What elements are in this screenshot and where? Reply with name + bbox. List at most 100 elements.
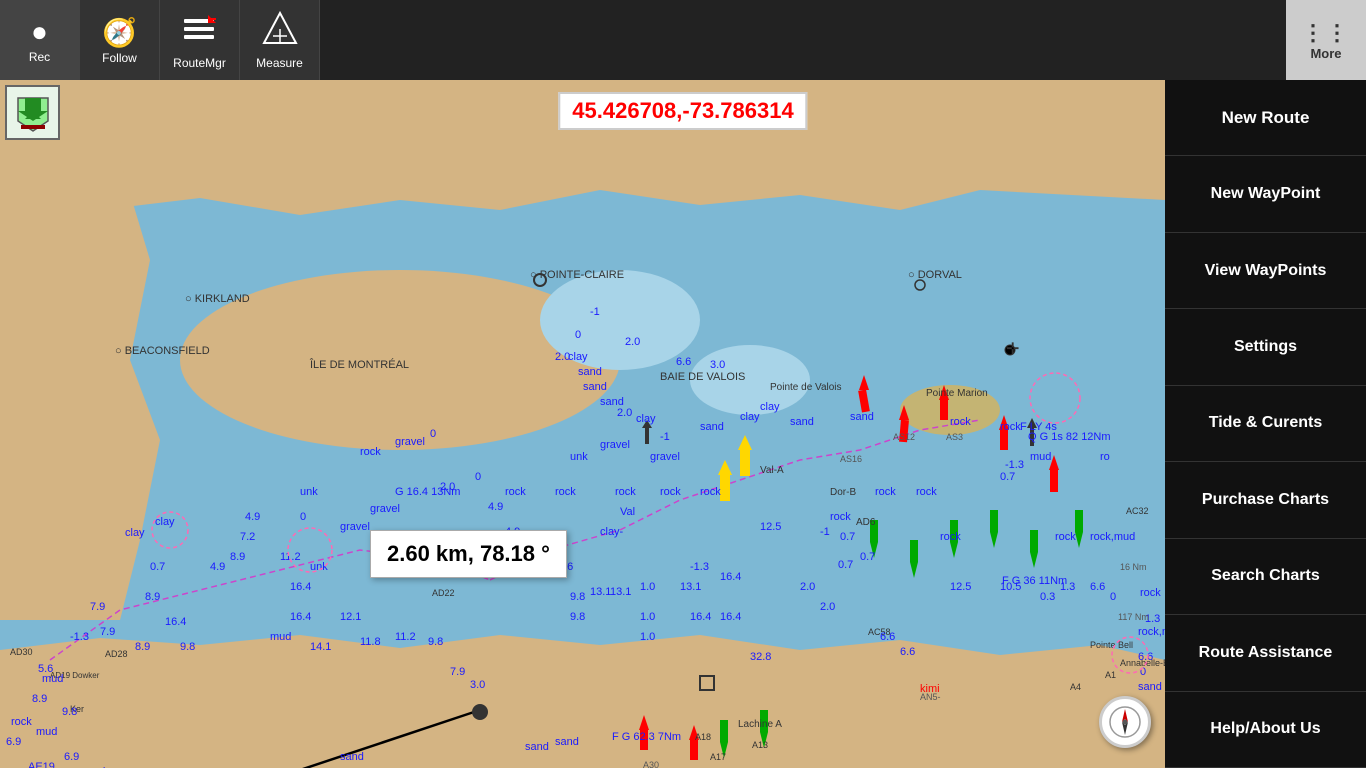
svg-text:clay: clay — [155, 516, 175, 528]
measure-distance: 2.60 km, 78.18 ° — [387, 541, 550, 566]
svg-text:AD30: AD30 — [10, 647, 33, 657]
measure-button[interactable]: Measure — [240, 0, 320, 80]
svg-text:AD6: AD6 — [856, 517, 876, 528]
svg-text:ro: ro — [1100, 451, 1110, 463]
svg-text:rock,mud: rock,mud — [1138, 626, 1165, 638]
svg-text:F G 36 11Nm: F G 36 11Nm — [1002, 575, 1067, 587]
svg-text:Val-A: Val-A — [760, 465, 784, 476]
svg-text:rock: rock — [950, 416, 971, 428]
svg-text:AS16: AS16 — [840, 454, 862, 464]
svg-text:gravel: gravel — [650, 451, 680, 463]
svg-text:sand: sand — [525, 741, 549, 753]
tide-currents-button[interactable]: Tide & Curents — [1165, 386, 1366, 462]
svg-text:-1: -1 — [590, 306, 600, 318]
new-route-button[interactable]: New Route — [1165, 80, 1366, 156]
help-about-button[interactable]: Help/About Us — [1165, 692, 1366, 768]
map-area[interactable]: ✛ ○ POINTE-CLAIRE ○ DORVAL ○ KIRKLAND ÎL… — [0, 80, 1165, 768]
svg-text:16 Nm: 16 Nm — [1120, 562, 1147, 572]
svg-text:rock,mud: rock,mud — [1090, 531, 1135, 543]
svg-text:-1.3: -1.3 — [70, 631, 89, 643]
svg-text:4.9: 4.9 — [488, 501, 503, 513]
svg-text:7.9: 7.9 — [450, 666, 465, 678]
svg-text:14.1: 14.1 — [310, 641, 331, 653]
svg-text:○ DORVAL: ○ DORVAL — [908, 269, 962, 281]
new-route-label: New Route — [1222, 108, 1310, 128]
svg-text:-1.3: -1.3 — [1005, 459, 1024, 471]
svg-text:rock: rock — [505, 486, 526, 498]
svg-text:AS3: AS3 — [946, 432, 963, 442]
svg-text:0: 0 — [300, 511, 306, 523]
more-dots-icon: ⋮⋮ — [1302, 20, 1350, 46]
toolbar: ● Rec 🧭 Follow RouteMgr Measure — [0, 0, 1366, 80]
view-waypoints-button[interactable]: View WayPoints — [1165, 233, 1366, 309]
svg-text:Dor-B: Dor-B — [830, 487, 856, 498]
svg-text:sand: sand — [340, 751, 364, 763]
help-about-label: Help/About Us — [1210, 720, 1320, 738]
svg-text:mud: mud — [42, 673, 63, 685]
svg-text:2.0: 2.0 — [625, 336, 640, 348]
tide-currents-label: Tide & Curents — [1209, 414, 1323, 432]
purchase-charts-button[interactable]: Purchase Charts — [1165, 462, 1366, 538]
rec-button[interactable]: ● Rec — [0, 0, 80, 80]
coords-text: 45.426708,-73.786314 — [572, 98, 793, 123]
follow-button[interactable]: 🧭 Follow — [80, 0, 160, 80]
svg-text:16.4: 16.4 — [165, 616, 186, 628]
follow-label: Follow — [102, 51, 137, 65]
svg-text:-1.3: -1.3 — [690, 561, 709, 573]
svg-text:0: 0 — [430, 428, 436, 440]
svg-text:9.8: 9.8 — [62, 706, 77, 718]
svg-text:○ BEACONSFIELD: ○ BEACONSFIELD — [115, 345, 210, 357]
svg-text:sand: sand — [790, 416, 814, 428]
svg-text:unk: unk — [570, 451, 588, 463]
svg-text:mud: mud — [36, 726, 57, 738]
svg-text:3.0: 3.0 — [470, 679, 485, 691]
svg-text:rock: rock — [11, 716, 32, 728]
svg-text:sand: sand — [600, 396, 624, 408]
svg-text:16.4: 16.4 — [720, 611, 741, 623]
search-charts-button[interactable]: Search Charts — [1165, 539, 1366, 615]
svg-text:AD22: AD22 — [432, 588, 455, 598]
svg-text:1.0: 1.0 — [640, 611, 655, 623]
compass-button[interactable] — [1099, 696, 1151, 748]
svg-text:A30: A30 — [643, 760, 659, 768]
svg-text:0.7: 0.7 — [840, 531, 855, 543]
svg-text:A1: A1 — [1105, 670, 1116, 680]
svg-text:○ KIRKLAND: ○ KIRKLAND — [185, 293, 250, 305]
svg-text:mud: mud — [1030, 451, 1051, 463]
svg-text:12.1: 12.1 — [340, 611, 361, 623]
svg-text:gravel: gravel — [340, 521, 370, 533]
svg-text:9.8: 9.8 — [180, 641, 195, 653]
routemgr-icon — [182, 11, 218, 54]
new-waypoint-label: New WayPoint — [1211, 185, 1321, 203]
svg-text:A18: A18 — [695, 732, 711, 742]
svg-text:-1: -1 — [820, 526, 830, 538]
svg-text:AC32: AC32 — [1126, 506, 1149, 516]
svg-text:clay: clay — [125, 527, 145, 539]
more-button[interactable]: ⋮⋮ More — [1286, 0, 1366, 80]
svg-text:clay: clay — [568, 351, 588, 363]
download-button[interactable] — [5, 85, 60, 140]
svg-text:rock: rock — [555, 486, 576, 498]
svg-text:Q G 1s 82 12Nm: Q G 1s 82 12Nm — [1028, 431, 1111, 443]
svg-text:A13: A13 — [752, 740, 768, 750]
settings-button[interactable]: Settings — [1165, 309, 1366, 385]
routemgr-button[interactable]: RouteMgr — [160, 0, 240, 80]
follow-icon: 🧭 — [102, 16, 137, 49]
svg-text:11.2: 11.2 — [395, 631, 416, 643]
svg-text:0: 0 — [575, 329, 581, 341]
svg-text:6.9: 6.9 — [6, 736, 21, 748]
svg-text:2.0: 2.0 — [820, 601, 835, 613]
route-assistance-button[interactable]: Route Assistance — [1165, 615, 1366, 691]
new-waypoint-button[interactable]: New WayPoint — [1165, 156, 1366, 232]
svg-text:11.8: 11.8 — [360, 636, 381, 648]
svg-text:gravel: gravel — [395, 436, 425, 448]
svg-text:AN5-: AN5- — [920, 692, 941, 702]
svg-text:G 16.4 13Nm: G 16.4 13Nm — [395, 486, 460, 498]
svg-text:9.8: 9.8 — [428, 636, 443, 648]
svg-text:7.9: 7.9 — [100, 626, 115, 638]
search-charts-label: Search Charts — [1211, 567, 1320, 585]
svg-text:8.9: 8.9 — [145, 591, 160, 603]
svg-text:unk: unk — [300, 486, 318, 498]
svg-text:rock: rock — [1140, 587, 1161, 599]
svg-text:6.6: 6.6 — [676, 356, 691, 368]
